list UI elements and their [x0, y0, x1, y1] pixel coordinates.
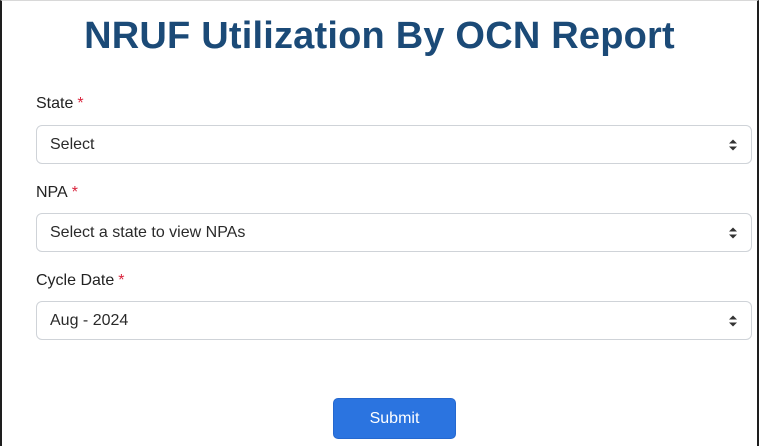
state-label-text: State [36, 95, 74, 112]
required-marker: * [118, 272, 125, 289]
npa-label-text: NPA [36, 184, 68, 201]
page-title: NRUF Utilization By OCN Report [84, 15, 675, 57]
cycle-date-label: Cycle Date * [36, 272, 124, 290]
cycle-date-select[interactable]: Aug - 2024 [36, 301, 752, 340]
chevron-up-down-icon [729, 227, 737, 238]
state-select-value: Select [50, 135, 95, 153]
npa-select-value: Select a state to view NPAs [50, 223, 246, 241]
required-marker: * [77, 95, 84, 112]
chevron-up-down-icon [729, 139, 737, 150]
npa-select[interactable]: Select a state to view NPAs [36, 213, 752, 252]
state-label: State * [36, 95, 84, 113]
submit-button[interactable]: Submit [333, 398, 456, 439]
cycle-date-label-text: Cycle Date [36, 272, 115, 289]
chevron-up-down-icon [729, 315, 737, 326]
required-marker: * [71, 184, 78, 201]
cycle-date-select-value: Aug - 2024 [50, 311, 129, 329]
report-form-panel: NRUF Utilization By OCN Report State * Se… [0, 0, 759, 446]
npa-label: NPA * [36, 184, 78, 202]
state-select[interactable]: Select [36, 125, 752, 164]
